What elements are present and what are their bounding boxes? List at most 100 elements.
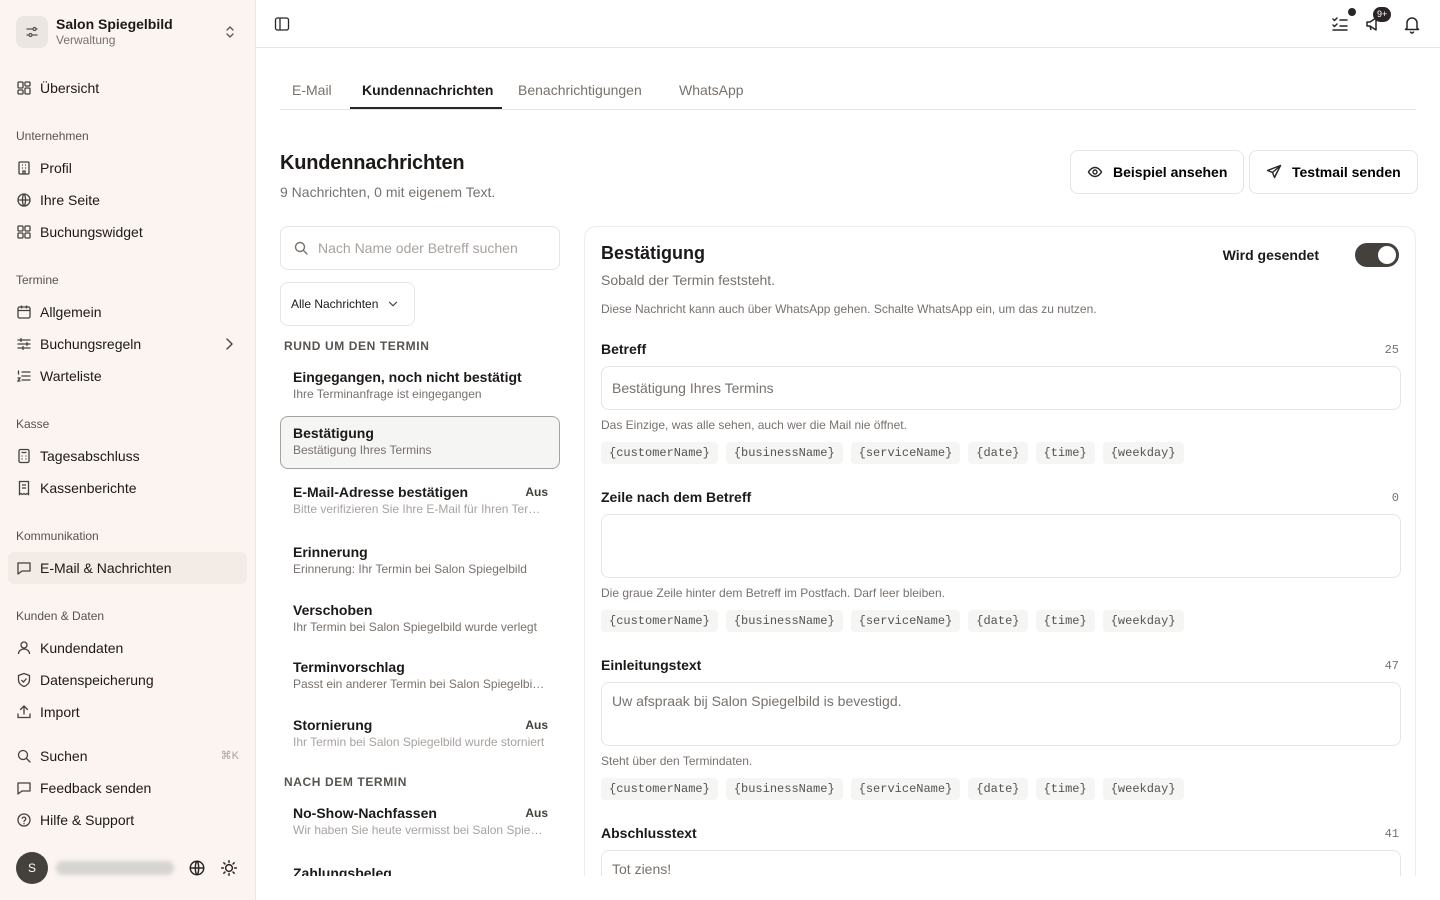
search-input[interactable] [318, 240, 538, 256]
workspace-switcher[interactable]: Salon Spiegelbild Verwaltung [16, 14, 246, 50]
tab-customer-messages[interactable]: Kundennachrichten [362, 82, 493, 98]
message-square-icon [17, 562, 31, 575]
sidebar-toggle-icon[interactable] [274, 16, 290, 32]
status-badge: Aus [525, 718, 548, 732]
placeholder-chip[interactable]: {serviceName} [850, 442, 961, 464]
sidebar-item-import[interactable]: Import [8, 696, 247, 728]
placeholder-chip[interactable]: {weekday} [1102, 610, 1184, 632]
sidebar-item-label: Suchen [40, 748, 88, 764]
send-testmail-button[interactable]: Testmail senden [1249, 150, 1418, 194]
list-item-title: Stornierung [293, 717, 373, 733]
placeholder-chip[interactable]: {time} [1035, 610, 1095, 632]
brand-logo-icon [16, 16, 48, 48]
list-item-received[interactable]: Eingegangen, noch nicht bestätigt Ihre T… [280, 360, 560, 413]
sidebar-item-feedback[interactable]: Feedback senden [8, 772, 247, 804]
list-item-title: No-Show-Nachfassen [293, 805, 437, 821]
preview-example-button[interactable]: Beispiel ansehen [1070, 150, 1245, 194]
placeholder-chip[interactable]: {date} [968, 442, 1028, 464]
preview-button-label: Beispiel ansehen [1113, 164, 1228, 180]
intro-char-count: 47 [1384, 659, 1399, 673]
chevron-right-icon [226, 338, 233, 350]
sidebar-item-booking-widget[interactable]: Buchungswidget [8, 216, 247, 248]
placeholder-chip[interactable]: {date} [968, 778, 1028, 800]
status-badge: Aus [525, 806, 548, 820]
sidebar-item-email-messages[interactable]: E-Mail & Nachrichten [8, 552, 247, 584]
tab-notifications[interactable]: Benachrichtigungen [518, 82, 642, 98]
calculator-icon [18, 448, 30, 464]
tasks-checklist-icon[interactable] [1330, 14, 1350, 34]
sidebar-item-customer-data[interactable]: Kundendaten [8, 632, 247, 664]
message-list: RUND UM DEN TERMIN Eingegangen, noch nic… [280, 330, 570, 876]
bell-icon[interactable] [1402, 14, 1422, 34]
sidebar-item-general[interactable]: Allgemein [8, 296, 247, 328]
chevrons-up-down-icon [226, 26, 234, 38]
placeholder-chip[interactable]: {serviceName} [850, 778, 961, 800]
placeholder-chip[interactable]: {customerName} [601, 442, 718, 464]
list-item-title: Terminvorschlag [293, 659, 405, 675]
list-item-suggestion[interactable]: Terminvorschlag Passt ein anderer Termin… [280, 650, 560, 703]
preheader-textarea[interactable] [601, 514, 1401, 578]
tab-whatsapp[interactable]: WhatsApp [679, 82, 744, 98]
sidebar-item-cash-reports[interactable]: Kassenberichte [8, 472, 247, 504]
user-menu[interactable]: S [16, 852, 246, 884]
tab-email[interactable]: E-Mail [292, 82, 332, 98]
sidebar-item-search[interactable]: Suchen ⌘K [8, 740, 247, 772]
status-badge: Aus [525, 485, 548, 499]
subject-input[interactable]: Bestätigung Ihres Termins [601, 366, 1401, 410]
placeholder-chip[interactable]: {customerName} [601, 778, 718, 800]
subject-char-count: 25 [1384, 343, 1399, 357]
placeholder-chip[interactable]: {serviceName} [850, 610, 961, 632]
sidebar-group-communication: Kommunikation [16, 529, 99, 543]
topbar: 9+ [256, 0, 1440, 48]
placeholder-chip[interactable]: {time} [1035, 778, 1095, 800]
sidebar-item-label: Datenspeicherung [40, 672, 154, 688]
preheader-placeholder-chips: {customerName} {businessName} {serviceNa… [601, 610, 1192, 632]
avatar[interactable]: S [16, 852, 48, 884]
sidebar-item-waitlist[interactable]: Warteliste [8, 360, 247, 392]
preheader-help: Die graue Zeile hinter dem Betreff im Po… [601, 586, 945, 600]
sidebar-item-overview[interactable]: Übersicht [8, 72, 247, 104]
intro-textarea[interactable]: Uw afspraak bij Salon Spiegelbild is bev… [601, 682, 1401, 746]
sidebar-item-data-storage[interactable]: Datenspeicherung [8, 664, 247, 696]
brand-name: Salon Spiegelbild [56, 16, 173, 32]
sun-icon[interactable] [220, 859, 238, 877]
dashboard-icon [17, 81, 31, 95]
list-item-reminder[interactable]: Erinnerung Erinnerung: Ihr Termin bei Sa… [280, 535, 560, 588]
placeholder-chip[interactable]: {businessName} [725, 442, 843, 464]
sidebar-item-profile[interactable]: Profil [8, 152, 247, 184]
tasks-indicator-dot [1348, 8, 1356, 16]
list-item-subtitle: Erinnerung: Ihr Termin bei Salon Spiegel… [293, 562, 527, 576]
sidebar-item-label: Buchungswidget [40, 224, 143, 240]
globe-icon[interactable] [188, 859, 206, 877]
list-item-confirmation[interactable]: Bestätigung Bestätigung Ihres Termins [280, 416, 560, 469]
user-icon [17, 641, 31, 655]
sidebar-item-booking-rules[interactable]: Buchungsregeln [8, 328, 247, 360]
placeholder-chip[interactable]: {time} [1035, 442, 1095, 464]
placeholder-chip[interactable]: {date} [968, 610, 1028, 632]
user-name-redacted [56, 861, 174, 875]
send-toggle[interactable] [1355, 243, 1399, 267]
intro-placeholder-chips: {customerName} {businessName} {serviceNa… [601, 778, 1192, 800]
placeholder-chip[interactable]: {weekday} [1102, 778, 1184, 800]
sidebar-item-help[interactable]: Hilfe & Support [8, 804, 247, 836]
upload-icon [17, 705, 31, 719]
message-filter-select[interactable]: Alle Nachrichten [280, 282, 415, 326]
whatsapp-note: Diese Nachricht kann auch über WhatsApp … [601, 302, 1097, 316]
sidebar-item-daily-close[interactable]: Tagesabschluss [8, 440, 247, 472]
placeholder-chip[interactable]: {businessName} [725, 610, 843, 632]
settings-tabs: E-Mail Kundennachrichten Benachrichtigun… [280, 72, 1416, 110]
list-item-subtitle: Ihr Termin bei Salon Spiegelbild wurde s… [293, 735, 545, 749]
list-item-cancellation[interactable]: Stornierung Ihr Termin bei Salon Spiegel… [280, 708, 560, 761]
list-item-verify-email[interactable]: E-Mail-Adresse bestätigen Bitte verifizi… [280, 475, 560, 528]
sidebar-item-label: E-Mail & Nachrichten [40, 560, 172, 576]
list-item-receipt[interactable]: Zahlungsbeleg [280, 856, 560, 876]
placeholder-chip[interactable]: {customerName} [601, 610, 718, 632]
search-icon [294, 241, 308, 255]
sidebar-item-label: Buchungsregeln [40, 336, 142, 352]
closing-textarea[interactable]: Tot ziens! [601, 850, 1401, 876]
sidebar-item-your-page[interactable]: Ihre Seite [8, 184, 247, 216]
list-item-rescheduled[interactable]: Verschoben Ihr Termin bei Salon Spiegelb… [280, 593, 560, 646]
placeholder-chip[interactable]: {weekday} [1102, 442, 1184, 464]
list-item-no-show[interactable]: No-Show-Nachfassen Wir haben Sie heute v… [280, 796, 560, 849]
placeholder-chip[interactable]: {businessName} [725, 778, 843, 800]
